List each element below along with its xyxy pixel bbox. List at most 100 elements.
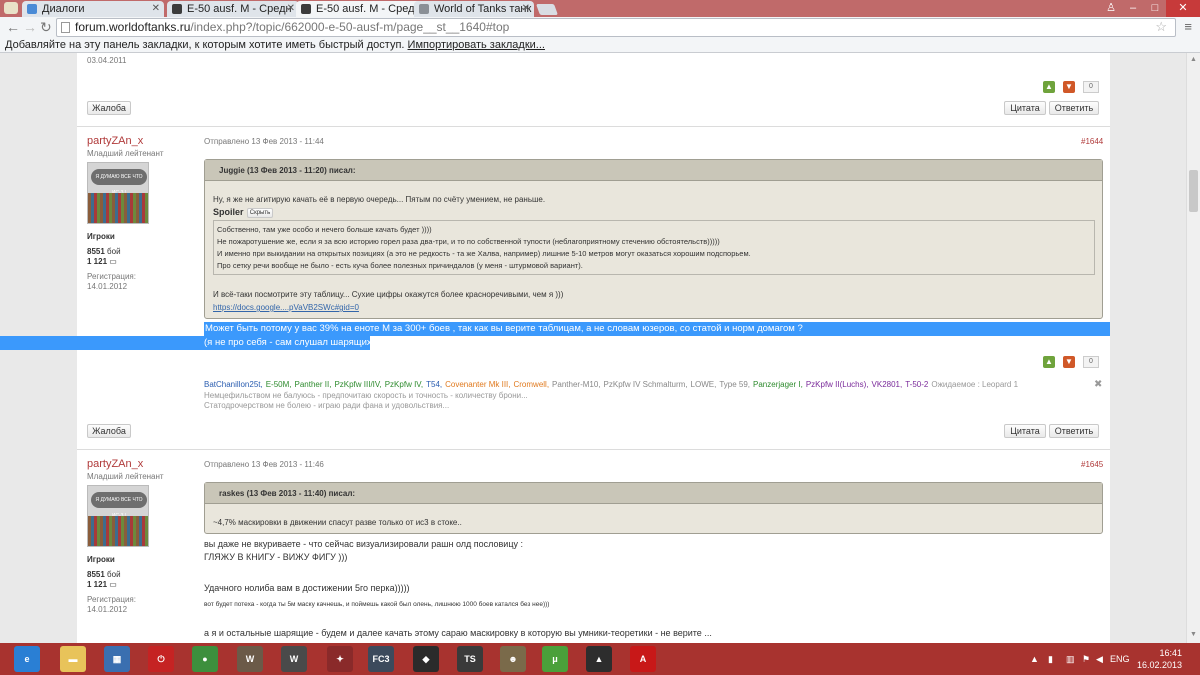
avatar[interactable]: Я ДУМАЮ ВСЕ ЧТО ИС-3 ! (87, 485, 149, 547)
quote-header: Juggie (13 Фев 2013 - 11:20) писал: (205, 160, 1102, 181)
new-tab-button[interactable] (535, 4, 559, 15)
bookmarks-bar: Добавляйте на эту панель закладки, к кот… (0, 38, 1200, 53)
signature-tank: PzKpfw IV Schmalturm, (603, 380, 688, 389)
taskbar-ie-icon[interactable]: e (14, 646, 40, 672)
user-icon[interactable]: ♙ (1100, 0, 1122, 17)
network-icon[interactable]: ▥ (1066, 654, 1075, 665)
vote-count: 0 (1083, 356, 1099, 368)
tab-strip-icon[interactable] (4, 2, 18, 14)
message-icon: ▭ (109, 580, 117, 589)
forward-icon[interactable]: → (23, 19, 37, 35)
vote-down-icon[interactable]: ▼ (1063, 81, 1075, 93)
volume-icon[interactable]: ◀ (1096, 654, 1103, 665)
author-reputation: 1 121 ▭ (87, 257, 117, 266)
author-group: Игроки (87, 232, 115, 241)
taskbar-explorer-icon[interactable]: ▬ (60, 646, 86, 672)
quote-button[interactable]: Цитата (1004, 101, 1046, 115)
close-tab-icon[interactable]: ✕ (287, 1, 295, 17)
reply-button[interactable]: Ответить (1049, 424, 1099, 438)
vote-down-icon[interactable]: ▼ (1063, 356, 1075, 368)
taskbar-aimp-icon[interactable]: ▲ (586, 646, 612, 672)
post-number-link[interactable]: #1644 (1081, 137, 1103, 146)
taskbar-control-panel-icon[interactable]: ▦ (104, 646, 130, 672)
tray-app-icon[interactable]: ▮ (1048, 654, 1053, 665)
chrome-menu-icon[interactable]: ≡ (1184, 19, 1192, 34)
signature-tank: Ожидаемое : Leopard 1 (931, 380, 1019, 389)
post-text-line: (я не про себя - сам слушал шарящих) (204, 337, 375, 348)
vote-up-icon[interactable]: ▲ (1043, 356, 1055, 368)
taskbar-game1-icon[interactable]: ✦ (327, 646, 353, 672)
maximize-button[interactable]: □ (1144, 0, 1166, 17)
post-divider (77, 449, 1110, 450)
signature-tank: LOWE, (690, 380, 717, 389)
flag-icon[interactable]: ⚑ (1082, 654, 1090, 665)
signature-tank: T-50-2 (905, 380, 929, 389)
quote-button[interactable]: Цитата (1004, 424, 1046, 438)
battles-count: 8551 (87, 247, 105, 256)
taskbar-wot-xvm-icon[interactable]: W (281, 646, 307, 672)
post-number-link[interactable]: #1645 (1081, 460, 1103, 469)
taskbar-avatar-app-icon[interactable]: ☻ (500, 646, 526, 672)
post-text-line: а я и остальные шарящие - будем и далее … (204, 628, 712, 638)
report-button[interactable]: Жалоба (87, 101, 131, 115)
close-window-button[interactable]: ✕ (1166, 0, 1200, 17)
tab-dialogs[interactable]: Диалоги ✕ (22, 1, 164, 17)
clock[interactable]: 16:41 16.02.2013 (1137, 647, 1182, 671)
post-text-line: ГЛЯЖУ В КНИГУ - ВИЖУ ФИГУ ))) (204, 552, 348, 562)
google-docs-link[interactable]: https://docs.google....pVaVB2SWc#gid=0 (213, 303, 359, 312)
spoiler-line: Не пожаротушение же, если я за всю истор… (217, 237, 720, 246)
scrollbar-thumb[interactable] (1189, 170, 1198, 212)
signature-tank: Panther II, (294, 380, 332, 389)
address-bar[interactable]: forum.worldoftanks.ru/index.php?/topic/6… (56, 18, 1176, 37)
quote-block: raskes (13 Фев 2013 - 11:40) писал: ~4,7… (204, 482, 1103, 534)
close-tab-icon[interactable]: ✕ (522, 1, 530, 17)
post-text-line: вы даже не вкуриваете - что сейчас визуа… (204, 539, 523, 549)
registration-date: 14.01.2012 (87, 282, 128, 291)
taskbar-fc3-icon[interactable]: FC3 (368, 646, 394, 672)
report-button[interactable]: Жалоба (87, 424, 131, 438)
signature-tank: Cromwell, (513, 380, 550, 389)
reload-icon[interactable]: ↻ (40, 19, 52, 35)
taskbar-acrobat-icon[interactable]: A (630, 646, 656, 672)
taskbar-shield-icon[interactable]: ◆ (413, 646, 439, 672)
back-icon[interactable]: ← (6, 19, 20, 35)
close-tab-icon[interactable]: ✕ (152, 1, 160, 17)
scroll-down-icon[interactable]: ▼ (1190, 631, 1197, 638)
spoiler-hide-button[interactable]: Скрыть (247, 208, 273, 218)
post-divider (77, 126, 1110, 127)
signature-tank: PzKpfw II(Luchs), (805, 380, 869, 389)
taskbar-utorrent-icon[interactable]: μ (542, 646, 568, 672)
tab-e50-1[interactable]: E-50 ausf. M - Средн ✕ (167, 1, 299, 17)
tray-expand-icon[interactable]: ▲ (1030, 654, 1039, 664)
page-scrollbar[interactable]: ▲ ▼ (1186, 53, 1200, 643)
post-author[interactable]: partyZAn_x (87, 458, 143, 470)
post-text-selected: Может быть потому у вас 39% на еноте М з… (204, 322, 1110, 336)
registration-label: Регистрация: (87, 272, 136, 281)
scroll-up-icon[interactable]: ▲ (1190, 56, 1197, 63)
taskbar-chrome-icon[interactable]: ● (192, 646, 218, 672)
post-author[interactable]: partyZAn_x (87, 135, 143, 147)
avatar-people-image (88, 516, 148, 546)
quote-text: Ну, я же не агитирую качать её в первую … (213, 195, 546, 204)
registration-date: 14.01.2012 (87, 605, 128, 614)
author-reputation: 1 121 ▭ (87, 580, 117, 589)
bookmark-star-icon[interactable]: ☆ (1155, 19, 1167, 35)
tab-world-of-tanks[interactable]: World of Tanks танк ✕ (414, 1, 534, 17)
close-signature-icon[interactable]: ✖ (1094, 379, 1102, 390)
taskbar-power-icon[interactable]: ⏻ (148, 646, 174, 672)
author-battles: 8551 бой (87, 247, 121, 256)
signature-tank: BatChanillon25t, (204, 380, 263, 389)
avatar[interactable]: Я ДУМАЮ ВСЕ ЧТО ИС-3 ! (87, 162, 149, 224)
minimize-button[interactable]: – (1122, 0, 1144, 17)
vote-up-icon[interactable]: ▲ (1043, 81, 1055, 93)
import-bookmarks-link[interactable]: Импортировать закладки... (408, 39, 545, 51)
reply-button[interactable]: Ответить (1049, 101, 1099, 115)
signature-tank: PzKpfw III/IV, (334, 380, 382, 389)
tab-title: Диалоги (42, 3, 85, 15)
language-indicator[interactable]: ENG (1110, 654, 1130, 664)
taskbar-wot-icon[interactable]: W (237, 646, 263, 672)
avatar-people-image (88, 193, 148, 223)
tab-favicon (172, 4, 182, 14)
post-timestamp: Отправлено 13 Фев 2013 - 11:46 (204, 460, 324, 469)
taskbar-ts-icon[interactable]: TS (457, 646, 483, 672)
